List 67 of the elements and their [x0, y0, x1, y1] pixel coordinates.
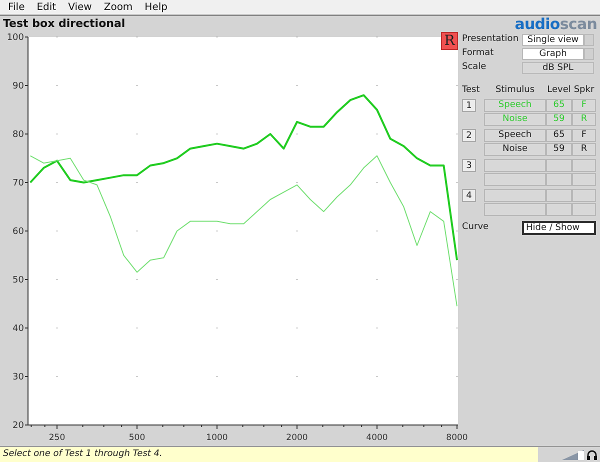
table-cell [546, 173, 572, 186]
menu-item[interactable]: View [68, 0, 92, 14]
table-cell: Speech [484, 99, 546, 112]
table-cell: 59 [546, 143, 572, 156]
table-cell [572, 173, 596, 186]
x-tick-label: 4000 [366, 433, 388, 443]
x-tick-label: 2000 [286, 433, 308, 443]
table-cell: Noise [484, 143, 546, 156]
table-cell [484, 159, 546, 172]
table-cell: R [572, 143, 596, 156]
y-tick-label: 50 [12, 276, 24, 286]
column-header: Spkr [572, 84, 596, 98]
menu-item[interactable]: File [8, 0, 25, 14]
menu-item[interactable]: Edit [36, 0, 56, 14]
logo: audioscan [514, 16, 597, 32]
y-tick-label: 70 [12, 178, 24, 188]
table-cell: 59 [546, 113, 572, 126]
status-text: Select one of Test 1 through Test 4. [2, 448, 164, 461]
x-tick-label: 250 [48, 433, 66, 443]
table-cell [572, 203, 596, 216]
table-cell [572, 189, 596, 202]
setting-label: Presentation [462, 32, 520, 46]
y-tick-label: 40 [12, 324, 24, 334]
select-field[interactable]: Single view [522, 34, 584, 46]
window-title: Test box directional [3, 16, 126, 32]
column-header: Level [546, 84, 572, 98]
y-tick-label: 80 [12, 130, 24, 140]
y-tick-label: 100 [6, 33, 24, 43]
table-cell: Noise [484, 113, 546, 126]
menu-item[interactable]: Help [144, 0, 168, 14]
y-tick-label: 30 [12, 372, 24, 382]
test-button[interactable]: 3 [462, 159, 476, 172]
x-tick-label: 8000 [446, 433, 468, 443]
x-tick-label: 1000 [206, 433, 228, 443]
test-button[interactable]: 1 [462, 99, 476, 112]
record-button[interactable]: R [441, 32, 458, 50]
table-cell: 65 [546, 99, 572, 112]
table-cell [484, 203, 546, 216]
table-cell [546, 159, 572, 172]
x-tick-label: 500 [128, 433, 146, 443]
y-tick-label: 90 [12, 82, 24, 92]
hide-show-button[interactable]: Hide / Show [522, 221, 596, 235]
curve-label: Curve [462, 221, 490, 234]
test-button[interactable]: 2 [462, 129, 476, 142]
table-cell: 65 [546, 129, 572, 142]
setting-label: Scale [462, 60, 488, 74]
table-cell [546, 203, 572, 216]
table-cell: R [572, 113, 596, 126]
table-cell [546, 189, 572, 202]
select-handle[interactable] [584, 34, 594, 46]
table-cell [484, 189, 546, 202]
table-cell [484, 173, 546, 186]
headphones-icon[interactable] [586, 448, 598, 460]
table-cell: F [572, 99, 596, 112]
y-tick-label: 20 [12, 421, 24, 431]
select-field[interactable]: Graph [522, 48, 584, 60]
y-tick-label: 60 [12, 227, 24, 237]
column-header: Stimulus [494, 84, 536, 98]
test-button[interactable]: 4 [462, 189, 476, 202]
table-cell: Speech [484, 129, 546, 142]
table-cell: F [572, 129, 596, 142]
select-handle[interactable] [584, 48, 594, 60]
readonly-field: dB SPL [522, 62, 594, 74]
column-header: Test [462, 84, 481, 98]
setting-label: Format [462, 46, 495, 60]
table-cell [572, 159, 596, 172]
menu-item[interactable]: Zoom [104, 0, 133, 14]
